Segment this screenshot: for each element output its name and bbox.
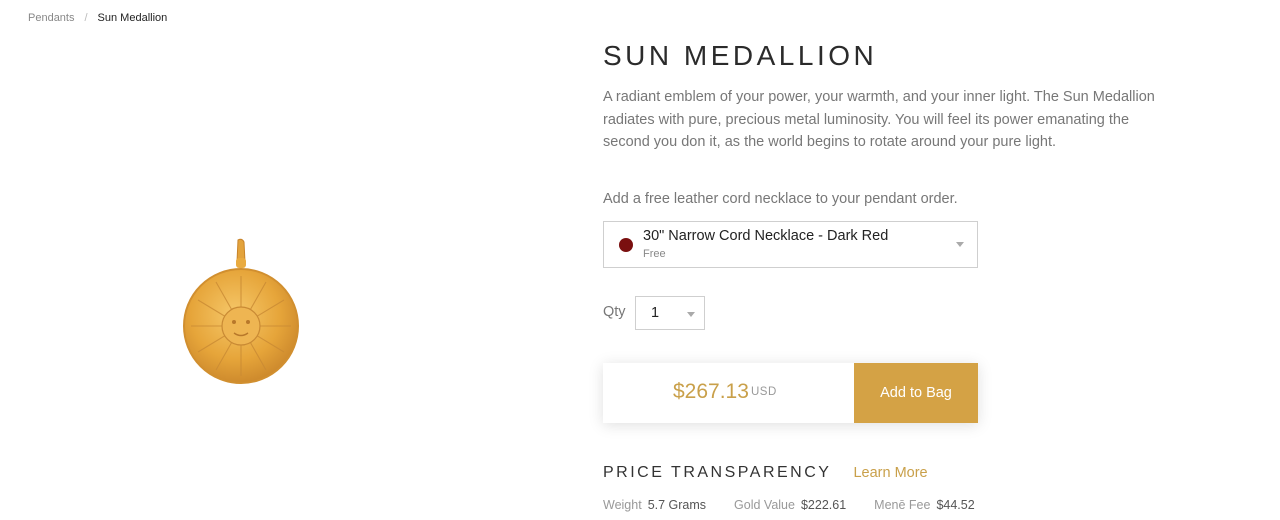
add-to-bag-button[interactable]: Add to Bag [854, 363, 978, 423]
breakdown-gold-value: Gold Value $222.61 [734, 498, 846, 512]
product-price: $267.13 [673, 380, 749, 403]
cord-option-name: 30" Narrow Cord Necklace - Dark Red [643, 228, 889, 244]
breakdown-label: Weight [603, 498, 642, 512]
breakdown-value: $222.61 [800, 498, 847, 512]
qty-label: Qty [603, 304, 626, 320]
breadcrumb-current: Sun Medallion [97, 12, 168, 24]
breakdown-label: Gold Value [734, 498, 795, 512]
breakdown-fee: Menē Fee $44.52 [874, 498, 975, 512]
purchase-panel: $267.13 USD Add to Bag [603, 363, 978, 423]
sun-medallion-pendant [183, 238, 299, 384]
learn-more-link[interactable]: Learn More [853, 465, 927, 481]
transparency-heading: PRICE TRANSPARENCY [603, 464, 832, 481]
chevron-down-icon [687, 312, 695, 317]
breakdown-weight: Weight 5.7 Grams [603, 498, 706, 512]
qty-value: 1 [651, 305, 660, 321]
breakdown-value: 5.7 Grams [647, 498, 707, 512]
cord-prompt: Add a free leather cord necklace to your… [603, 191, 958, 207]
cord-option-price: Free [643, 248, 666, 260]
product-title: SUN MEDALLION [603, 40, 878, 71]
product-description: A radiant emblem of your power, your war… [603, 89, 1155, 150]
price-breakdown: Weight 5.7 Grams Gold Value $222.61 Menē F… [603, 498, 1003, 512]
price-currency: USD [751, 386, 777, 398]
breadcrumb-link-pendants[interactable]: Pendants [28, 12, 74, 24]
color-swatch [619, 238, 633, 252]
cord-select[interactable]: 30" Narrow Cord Necklace - Dark Red Free [603, 221, 978, 268]
qty-select[interactable]: 1 [635, 296, 705, 330]
price-transparency: PRICE TRANSPARENCY Learn More [603, 464, 928, 482]
breakdown-label: Menē Fee [874, 498, 931, 512]
breadcrumb: Pendants / Sun Medallion [28, 12, 167, 24]
chevron-down-icon [956, 242, 964, 247]
breakdown-value: $44.52 [936, 498, 975, 512]
product-image[interactable] [178, 236, 308, 388]
breadcrumb-separator: / [84, 12, 88, 24]
